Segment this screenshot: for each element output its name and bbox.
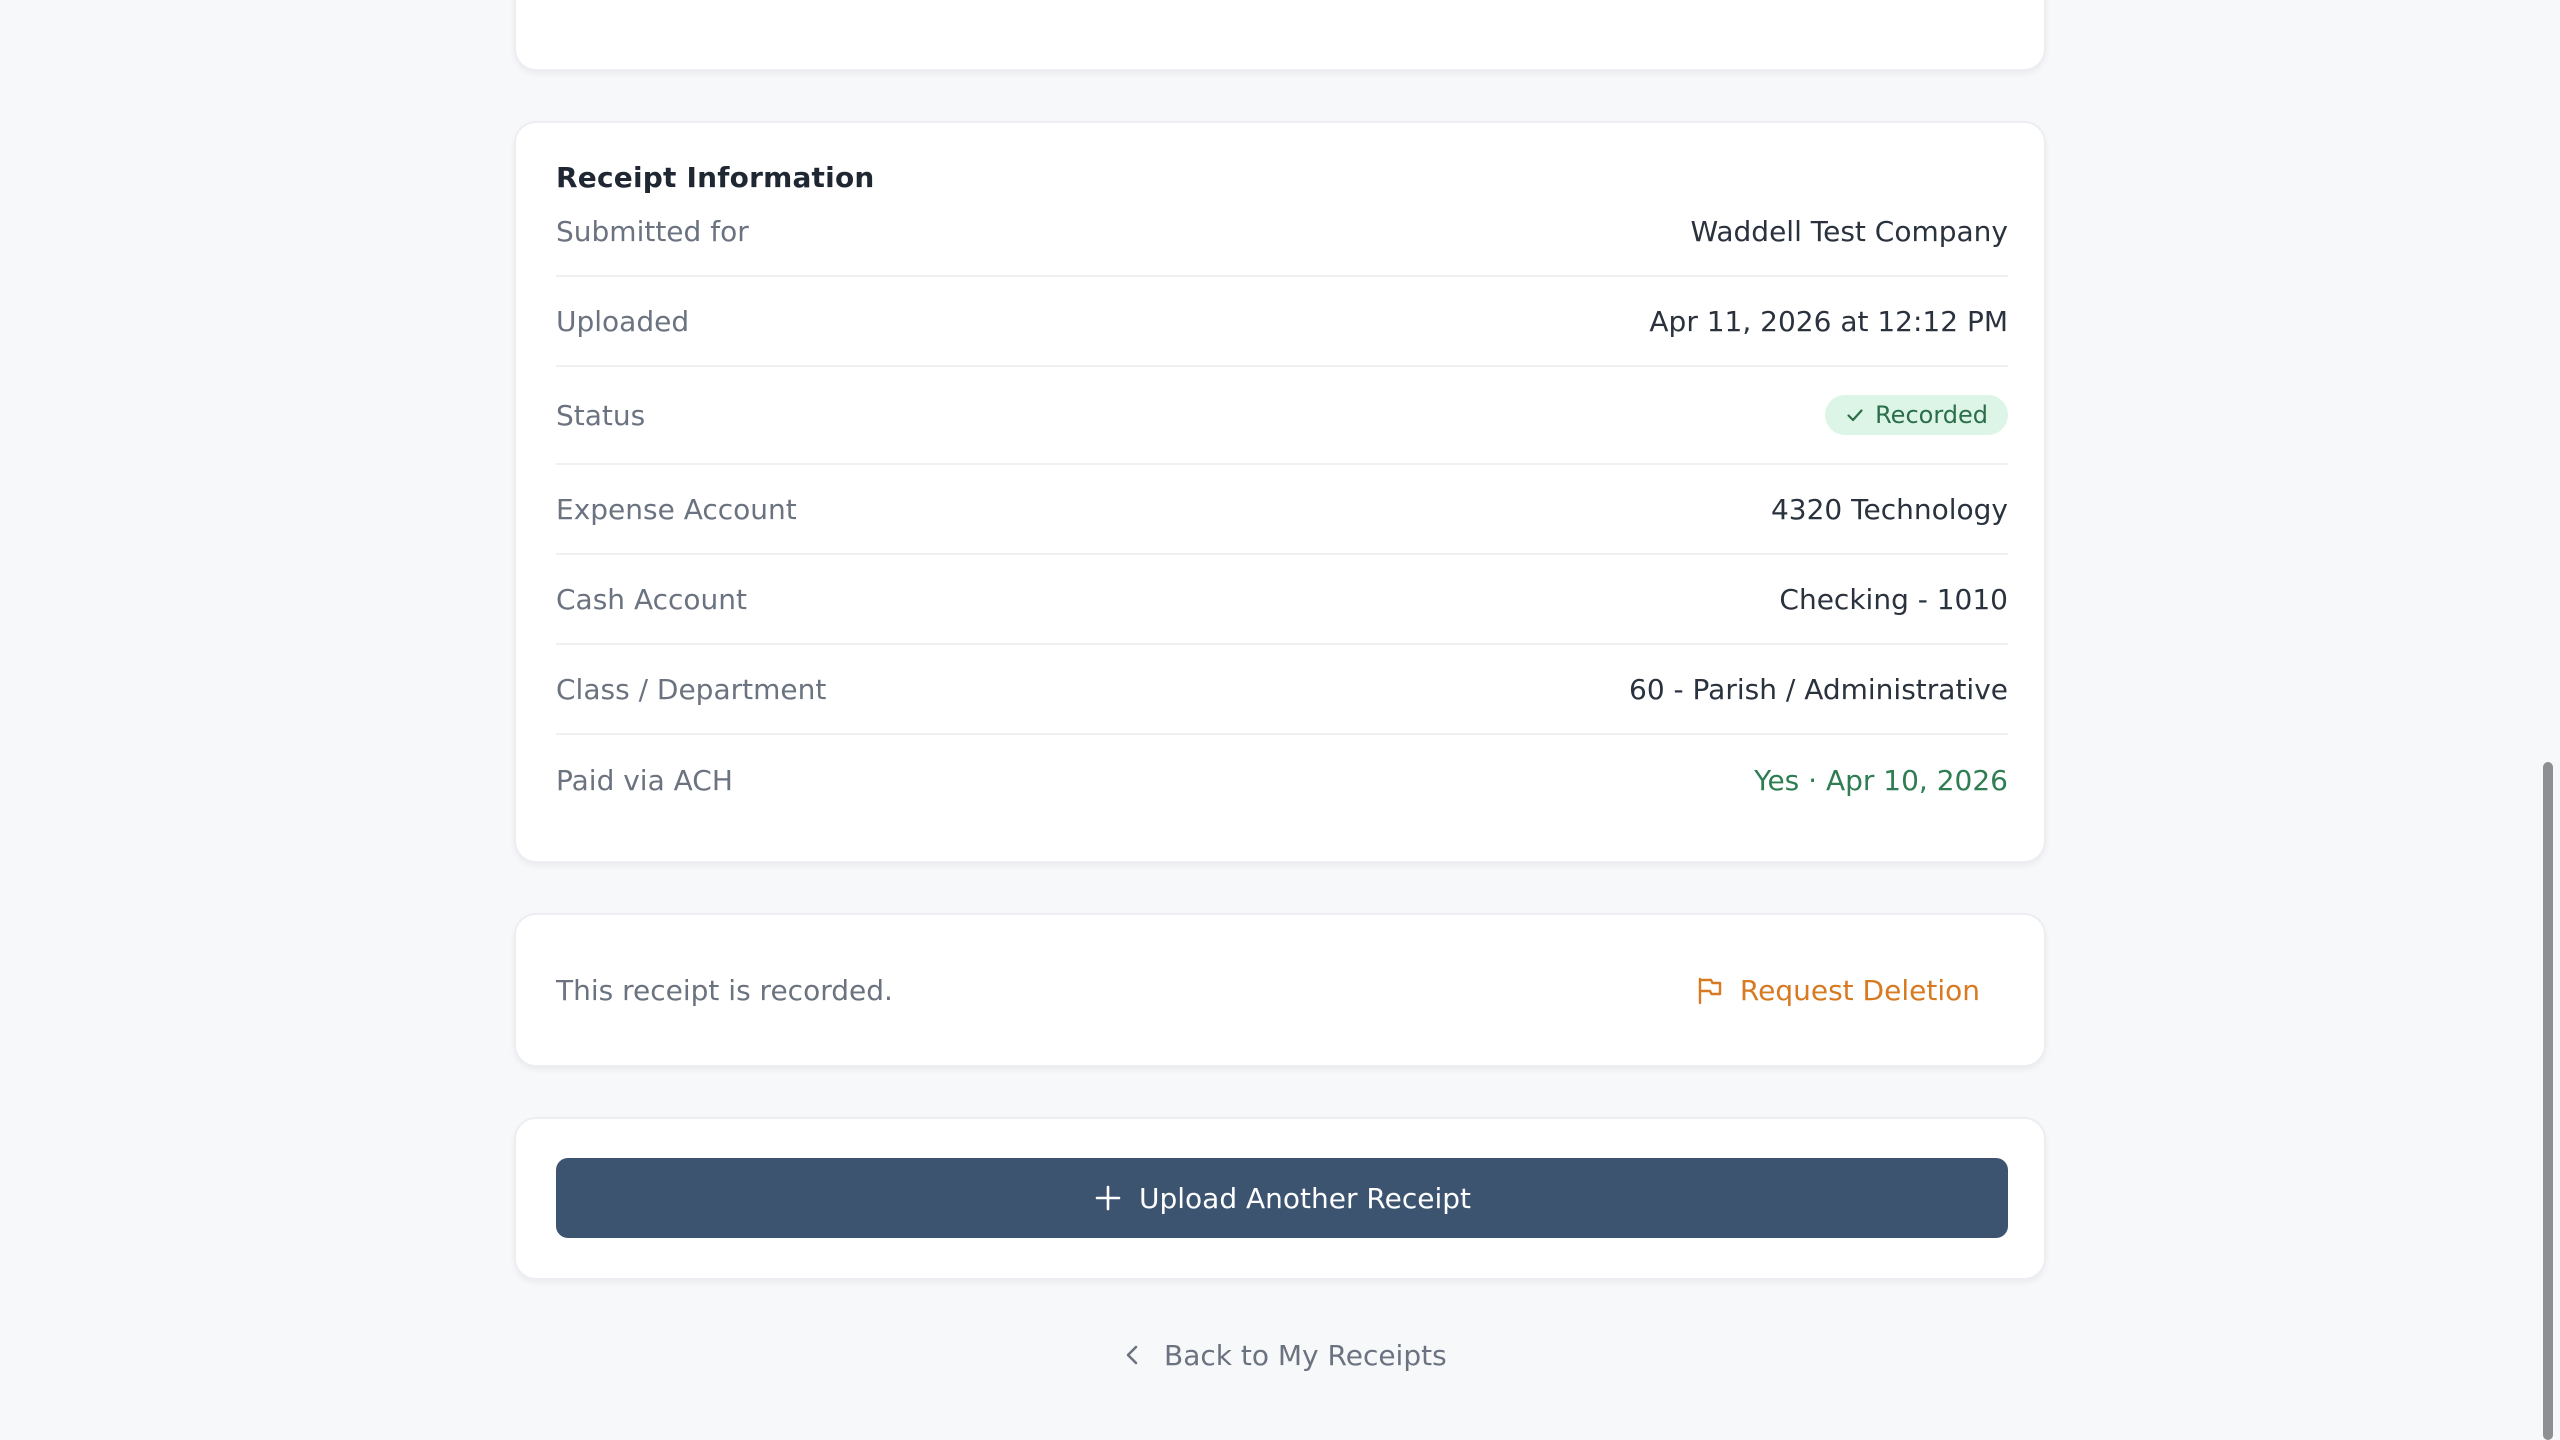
uploaded-value: Apr 11, 2026 at 12:12 PM <box>1649 304 2008 338</box>
class-department-row: Class / Department 60 - Parish / Adminis… <box>556 645 2008 735</box>
check-icon <box>1847 409 1863 422</box>
submitted-for-row: Submitted for Waddell Test Company <box>556 187 2008 277</box>
request-deletion-label: Request Deletion <box>1739 973 1980 1007</box>
class-department-value: 60 - Parish / Administrative <box>1629 672 2008 706</box>
receipt-detail-page: Receipt Information Submitted for Waddel… <box>0 0 2560 1440</box>
submitted-for-value: Waddell Test Company <box>1690 214 2008 248</box>
class-department-label: Class / Department <box>556 672 827 706</box>
expense-account-label: Expense Account <box>556 492 797 526</box>
status-row: Status Recorded <box>556 367 2008 465</box>
expense-account-value: 4320 Technology <box>1770 492 2008 526</box>
submitted-for-label: Submitted for <box>556 214 749 248</box>
paid-via-ach-value: Yes · Apr 10, 2026 <box>1754 763 2008 797</box>
back-to-my-receipts-link[interactable]: Back to My Receipts <box>1120 1330 1447 1380</box>
cash-account-value: Checking - 1010 <box>1779 582 2008 616</box>
upload-card: Upload Another Receipt <box>514 1117 2046 1280</box>
previous-card <box>514 0 2046 71</box>
receipt-action-card: This receipt is recorded. Request Deleti… <box>514 913 2046 1067</box>
receipt-information-card: Receipt Information Submitted for Waddel… <box>514 121 2046 863</box>
upload-another-receipt-button[interactable]: Upload Another Receipt <box>556 1158 2008 1238</box>
chevron-left-icon <box>1126 1345 1138 1365</box>
request-deletion-button[interactable]: Request Deletion <box>1670 960 2004 1020</box>
recorded-message: This receipt is recorded. <box>556 973 893 1007</box>
paid-via-ach-row: Paid via ACH Yes · Apr 10, 2026 <box>556 735 2008 825</box>
back-to-my-receipts-label: Back to My Receipts <box>1164 1338 1447 1372</box>
uploaded-row: Uploaded Apr 11, 2026 at 12:12 PM <box>556 277 2008 367</box>
cash-account-row: Cash Account Checking - 1010 <box>556 555 2008 645</box>
flag-icon <box>1698 977 1722 1005</box>
plus-icon <box>1095 1185 1121 1211</box>
status-badge: Recorded <box>1825 395 2008 435</box>
expense-account-row: Expense Account 4320 Technology <box>556 465 2008 555</box>
uploaded-label: Uploaded <box>556 304 690 338</box>
scrollbar-thumb[interactable] <box>2543 762 2553 1440</box>
upload-another-receipt-label: Upload Another Receipt <box>1139 1181 1471 1215</box>
status-badge-text: Recorded <box>1875 401 1988 429</box>
paid-via-ach-label: Paid via ACH <box>556 763 733 797</box>
status-label: Status <box>556 398 646 432</box>
page-scrollbar[interactable] <box>2538 0 2560 1440</box>
cash-account-label: Cash Account <box>556 582 747 616</box>
